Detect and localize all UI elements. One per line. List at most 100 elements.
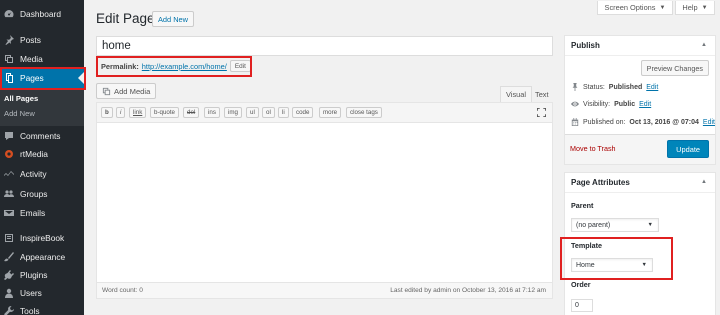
add-media-button[interactable]: Add Media (96, 83, 157, 99)
sidebar-item-rtmedia[interactable]: rtMedia (0, 144, 84, 164)
add-media-label: Add Media (114, 86, 151, 96)
sidebar-item-tools[interactable]: Tools (0, 301, 84, 315)
sidebar-item-label: Appearance (20, 252, 66, 262)
status-edit-link[interactable]: Edit (646, 84, 658, 91)
template-highlight-box (560, 237, 673, 280)
permalink-highlight-box (96, 56, 252, 77)
users-icon (4, 288, 14, 298)
visibility-label: Visibility: (583, 100, 611, 108)
last-edited-info: Last edited by admin on October 13, 2016… (390, 287, 546, 294)
quicktag-ins-button[interactable]: ins (204, 107, 220, 118)
order-label: Order (571, 280, 591, 289)
quicktag-close-tags-button[interactable]: close tags (346, 107, 382, 118)
published-value: Oct 13, 2016 @ 07:04 (629, 118, 699, 126)
collapse-arrow-icon[interactable]: ▲ (701, 179, 707, 185)
sidebar-item-groups[interactable]: Groups (0, 184, 84, 204)
sidebar-item-dashboard[interactable]: Dashboard (0, 4, 84, 24)
quicktag-ol-button[interactable]: ol (262, 107, 275, 118)
caret-down-icon: ▼ (701, 4, 708, 11)
page-attributes-header[interactable]: Page Attributes ▲ (565, 173, 715, 193)
screen-options-label: Screen Options (604, 3, 656, 12)
sidebar-item-label: InspireBook (20, 233, 65, 243)
quicktags-toolbar: b i link b-quote del ins img ul ol li co… (97, 103, 552, 123)
status-row: Status: Published Edit (571, 83, 658, 91)
published-edit-link[interactable]: Edit (703, 119, 715, 126)
visibility-edit-link[interactable]: Edit (639, 101, 651, 108)
admin-sidebar: Dashboard Posts Media Pages All Pages Ad… (0, 0, 84, 315)
quicktag-italic-button[interactable]: i (116, 107, 126, 118)
preview-changes-button[interactable]: Preview Changes (640, 60, 709, 76)
status-value: Published (608, 83, 643, 91)
add-new-button[interactable]: Add New (152, 11, 194, 27)
screen-options-button[interactable]: Screen Options ▼ (597, 1, 673, 15)
eye-icon (571, 101, 579, 107)
word-count: Word count: 0 (102, 287, 143, 294)
book-icon (4, 233, 14, 243)
publish-box-header[interactable]: Publish ▲ (565, 36, 715, 56)
parent-select[interactable]: (no parent) ▼ (571, 218, 659, 232)
calendar-icon (571, 118, 579, 126)
status-label: Status: (583, 83, 605, 91)
submenu-all-pages[interactable]: All Pages (4, 94, 38, 103)
sidebar-item-label: Dashboard (20, 9, 61, 19)
emails-icon (4, 208, 14, 218)
pages-highlight-box (0, 67, 86, 90)
quicktag-li-button[interactable]: li (278, 107, 289, 118)
quicktag-link-button[interactable]: link (129, 107, 147, 118)
collapse-arrow-icon[interactable]: ▲ (701, 42, 707, 48)
sidebar-item-label: Users (20, 288, 42, 298)
sidebar-item-label: Emails (20, 208, 46, 218)
sidebar-item-label: Posts (20, 35, 41, 45)
parent-label: Parent (571, 201, 594, 210)
pin-icon (572, 83, 578, 91)
tab-visual[interactable]: Visual (500, 86, 532, 102)
media-icon (102, 87, 111, 95)
sidebar-item-comments[interactable]: Comments (0, 126, 84, 146)
order-input[interactable]: 0 (571, 299, 593, 312)
update-button[interactable]: Update (667, 140, 709, 158)
tools-icon (4, 306, 14, 315)
sidebar-item-inspirebook[interactable]: InspireBook (0, 228, 84, 248)
sidebar-item-media[interactable]: Media (0, 49, 84, 69)
publish-box: Publish ▲ Preview Changes Status: Publis… (564, 35, 716, 165)
quicktag-del-button[interactable]: del (183, 107, 200, 118)
fullscreen-icon[interactable] (537, 108, 546, 117)
sidebar-item-activity[interactable]: Activity (0, 164, 84, 184)
published-date-row: Published on: Oct 13, 2016 @ 07:04 Edit (571, 118, 715, 126)
move-to-trash-link[interactable]: Move to Trash (570, 144, 616, 153)
comments-icon (4, 131, 14, 141)
parent-select-value: (no parent) (576, 221, 611, 229)
quicktag-ul-button[interactable]: ul (246, 107, 259, 118)
quicktag-bquote-button[interactable]: b-quote (150, 107, 179, 118)
sidebar-item-posts[interactable]: Posts (0, 30, 84, 50)
sidebar-item-label: Activity (20, 169, 47, 179)
caret-down-icon: ▼ (659, 4, 666, 11)
publish-box-title: Publish (571, 41, 600, 50)
sidebar-item-label: Media (20, 54, 43, 64)
caret-down-icon: ▼ (647, 222, 653, 228)
title-input[interactable]: home (96, 36, 553, 56)
quicktag-img-button[interactable]: img (224, 107, 242, 118)
sidebar-item-users[interactable]: Users (0, 283, 84, 303)
submenu-add-new[interactable]: Add New (4, 109, 35, 118)
quicktag-bold-button[interactable]: b (101, 107, 113, 118)
quicktag-more-button[interactable]: more (319, 107, 342, 118)
pages-submenu: All Pages Add New (0, 90, 84, 126)
sidebar-item-emails[interactable]: Emails (0, 203, 84, 223)
publish-actions: Move to Trash Update (565, 134, 715, 164)
sidebar-item-plugins[interactable]: Plugins (0, 265, 84, 285)
sidebar-item-appearance[interactable]: Appearance (0, 247, 84, 267)
help-button[interactable]: Help ▼ (675, 1, 715, 15)
activity-icon (4, 169, 14, 179)
pin-icon (4, 35, 14, 45)
sidebar-item-label: Comments (20, 131, 61, 141)
groups-icon (4, 189, 14, 199)
media-icon (4, 54, 14, 64)
editor-status-bar: Word count: 0 Last edited by admin on Oc… (97, 282, 552, 298)
published-label: Published on: (583, 118, 626, 126)
quicktag-code-button[interactable]: code (292, 107, 314, 118)
dashboard-icon (4, 9, 14, 19)
sidebar-item-label: rtMedia (20, 149, 48, 159)
content-editor: b i link b-quote del ins img ul ol li co… (96, 102, 553, 299)
tab-text[interactable]: Text (530, 86, 554, 102)
